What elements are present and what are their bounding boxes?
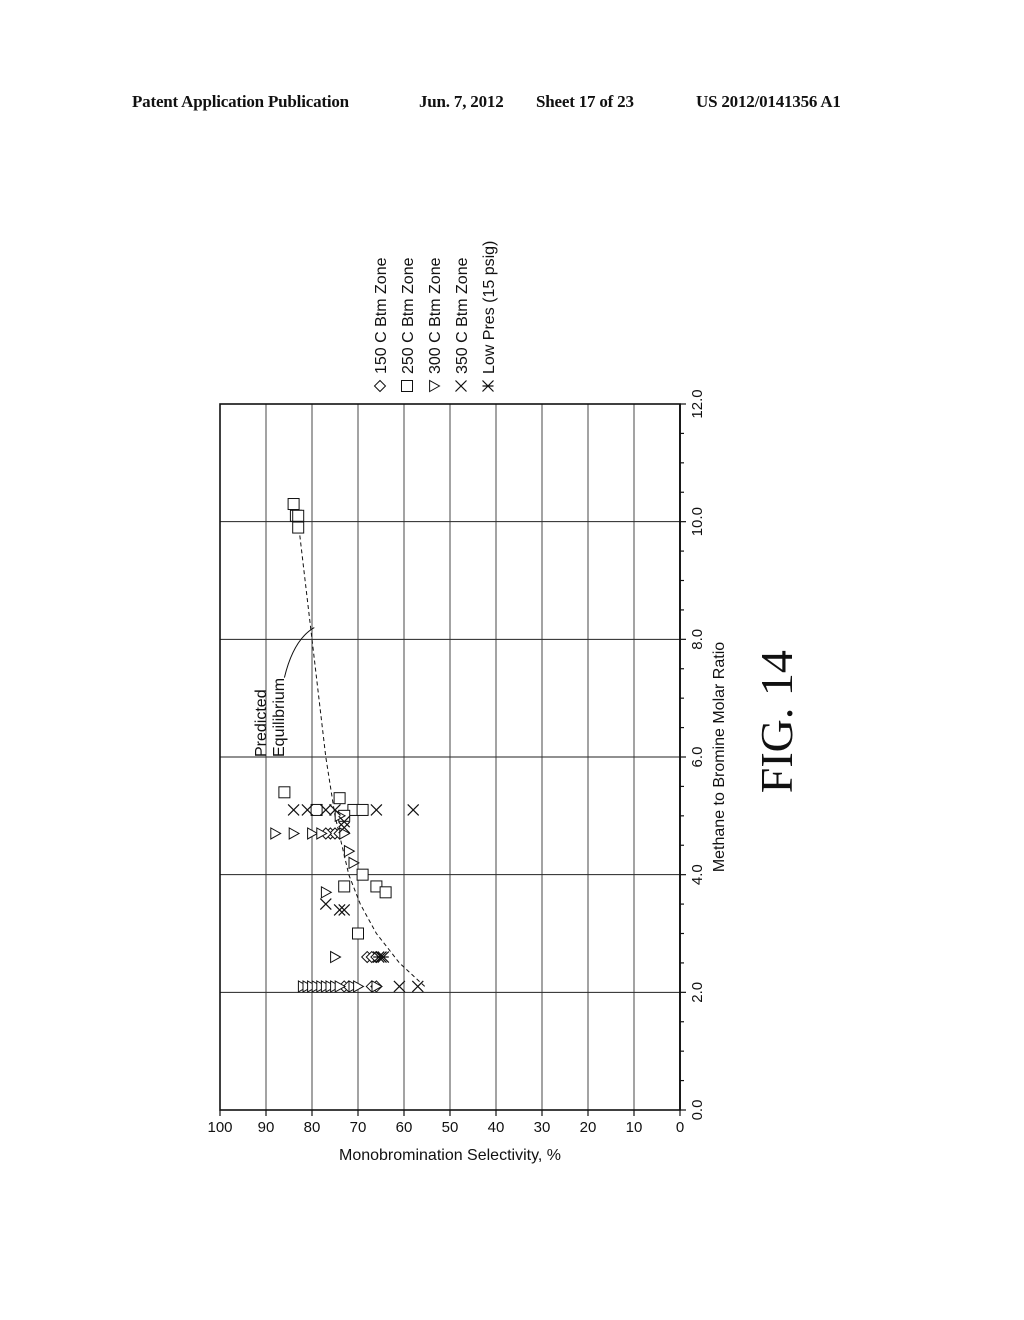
- figure-label: FIG. 14: [751, 650, 802, 793]
- y-tick-label: 0: [676, 1119, 684, 1136]
- equilibrium-curve-group: [295, 503, 426, 987]
- square-point: [338, 880, 351, 893]
- tick-labels: 0.0 2.0 4.0 6.0 8.0 10.0 12.0 0 10 20 30 40 50 60 70 80…: [207, 389, 706, 1136]
- series-250-c-btm-zone: [278, 498, 392, 940]
- square-point: [356, 868, 369, 881]
- x-tick-label: 4.0: [689, 864, 706, 885]
- legend-x-icon: [455, 380, 467, 392]
- predicted-equilibrium-curve: [295, 503, 426, 987]
- x-tick-label: 12.0: [689, 389, 706, 418]
- annotation-text: Equilibrium: [271, 678, 288, 757]
- legend-square-icon: [401, 380, 413, 392]
- legend-diamond-icon: [373, 379, 387, 393]
- series-low-pres-15-psig: [372, 951, 390, 963]
- triangle-point: [320, 885, 333, 899]
- triangle-point: [353, 980, 365, 993]
- legend: 150 C Btm Zone 250 C Btm Zone 300 C Btm Zo…: [373, 241, 498, 393]
- legend-label: 300 C Btm Zone: [427, 257, 444, 374]
- y-tick-label: 90: [258, 1119, 275, 1136]
- triangle-point: [348, 856, 360, 870]
- data-points: [270, 498, 424, 993]
- annotation-text: Predicted: [253, 689, 270, 757]
- legend-label: 150 C Btm Zone: [373, 257, 390, 374]
- x-tick-label: 8.0: [689, 629, 706, 650]
- triangle-point: [343, 844, 356, 858]
- y-tick-label: 40: [488, 1119, 505, 1136]
- y-tick-label: 10: [626, 1119, 643, 1136]
- y-axis-title: Monobromination Selectivity, %: [339, 1147, 561, 1164]
- legend-asterisk-icon: [482, 380, 494, 392]
- square-point: [356, 803, 369, 816]
- axes: [219, 403, 686, 1116]
- square-point: [310, 803, 323, 816]
- y-tick-label: 100: [207, 1119, 232, 1136]
- x-tick-label: 6.0: [689, 747, 706, 768]
- legend-label: Low Pres (15 psig): [481, 241, 498, 374]
- x-axis-title: Methane to Bromine Molar Ratio: [711, 642, 728, 872]
- x-point: [319, 898, 332, 911]
- y-tick-label: 30: [534, 1119, 551, 1136]
- triangle-point: [270, 827, 282, 840]
- x-point: [407, 804, 420, 816]
- x-tick-label: 0.0: [689, 1100, 706, 1121]
- annotation-leader: [283, 627, 315, 678]
- triangle-point: [339, 827, 351, 840]
- x-point: [411, 980, 424, 993]
- x-point: [393, 980, 406, 993]
- x-point: [287, 804, 300, 816]
- triangle-point: [330, 950, 342, 964]
- square-point: [333, 792, 346, 805]
- square-point: [292, 509, 305, 522]
- square-point: [352, 927, 364, 940]
- x-tick-label: 10.0: [689, 507, 706, 536]
- y-tick-label: 20: [580, 1119, 597, 1136]
- annotation: Predicted Equilibrium: [253, 627, 315, 757]
- square-point: [278, 786, 291, 799]
- triangle-point: [307, 827, 319, 840]
- square-point: [292, 521, 305, 534]
- x-tick-label: 2.0: [689, 982, 706, 1003]
- y-tick-label: 80: [304, 1119, 321, 1136]
- y-tick-label: 50: [442, 1119, 459, 1136]
- y-tick-label: 70: [350, 1119, 367, 1136]
- y-tick-label: 60: [396, 1119, 413, 1136]
- square-point: [379, 886, 392, 899]
- x-point: [370, 804, 383, 816]
- legend-label: 350 C Btm Zone: [454, 257, 471, 374]
- figure-14-chart: 0.0 2.0 4.0 6.0 8.0 10.0 12.0 0 10 20 30 40 50 60 70 80…: [207, 241, 802, 1164]
- legend-triangle-icon: [429, 379, 441, 393]
- triangle-point: [288, 827, 301, 840]
- square-point: [287, 498, 300, 511]
- legend-label: 250 C Btm Zone: [400, 257, 417, 374]
